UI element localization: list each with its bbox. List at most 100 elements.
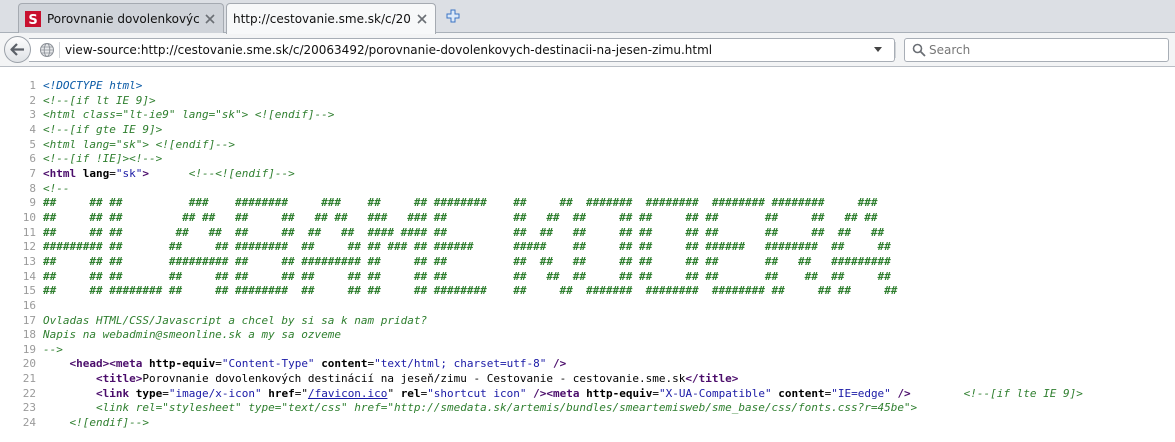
tab-strip: S Porovnanie dovolenkových d... http://c…	[0, 0, 1175, 34]
source-token: type	[135, 386, 163, 400]
source-line: 2 <!--[if lt IE 9]>	[0, 94, 1175, 109]
source-token: <html class="lt-ie9" lang="sk"> <![endif…	[43, 108, 335, 122]
sme-logo-icon: S	[25, 10, 41, 27]
line-number: 7	[29, 166, 36, 180]
url-text[interactable]: view-source:http://cestovanie.sme.sk/c/2…	[65, 43, 712, 57]
source-line: 24 <![endif]-->	[0, 416, 1175, 431]
source-token: -->	[43, 342, 63, 356]
source-line: 20 <head><meta http-equiv="Content-Type"…	[0, 357, 1175, 372]
plus-icon	[446, 9, 460, 23]
source-line: 16	[0, 299, 1175, 314]
source-token: content	[321, 357, 368, 371]
source-line: 22 <link type="image/x-icon" href="/favi…	[0, 387, 1175, 402]
search-icon	[912, 43, 926, 57]
source-token: =	[109, 166, 116, 180]
source-token: ######### ## ## ## ######## ## ## ## ###…	[43, 240, 891, 254]
tab-title: Porovnanie dovolenkových d...	[47, 11, 199, 26]
source-token: />	[552, 357, 567, 371]
source-token: <!DOCTYPE html>	[43, 79, 143, 92]
source-line: 4 <!--[if gte IE 9]>	[0, 123, 1175, 138]
source-line: 9 ## ## ## ### ######## ### ## ## #######…	[0, 196, 1175, 211]
source-token	[43, 401, 96, 414]
source-token: <![endif]-->	[69, 416, 149, 430]
line-number: 20	[22, 357, 36, 371]
source-token: "shortcut icon"	[427, 386, 527, 400]
source-line: 19 -->	[0, 343, 1175, 358]
source-line: 5 <html lang="sk"> <![endif]-->	[0, 138, 1175, 153]
line-number: 12	[22, 240, 36, 254]
tab-view-source[interactable]: http://cestovanie.sme.sk/c/20063...	[226, 3, 436, 34]
source-token: "	[301, 386, 308, 400]
source-token: Napis na webadmin@smeonline.sk a my sa o…	[43, 328, 342, 342]
back-button[interactable]	[4, 36, 31, 63]
source-token: ## ## ## ## ## ## ## ## ## #### #### ## …	[43, 225, 885, 239]
search-input[interactable]: Search	[904, 38, 1169, 62]
line-number: 11	[22, 225, 36, 239]
source-token: http-equiv	[586, 386, 653, 400]
line-number: 13	[22, 254, 36, 268]
back-arrow-icon	[10, 43, 24, 56]
source-token: ## ## ## ## ## ## ## ## ## ### ### ## ##…	[43, 210, 878, 224]
source-token: "text/html; charset=utf-8"	[374, 357, 547, 371]
source-token: <html	[43, 166, 83, 180]
search-placeholder[interactable]: Search	[929, 43, 970, 57]
source-token: <!--[if gte IE 9]>	[43, 122, 163, 136]
line-number: 24	[22, 416, 36, 430]
source-token	[149, 167, 189, 180]
source-token: /><meta	[533, 386, 587, 400]
source-token: ## ## ## ### ######## ### ## ## ########…	[43, 196, 878, 210]
source-token: <!--	[43, 181, 70, 195]
source-token	[43, 416, 70, 429]
source-link[interactable]: /favicon.ico	[308, 387, 387, 400]
url-separator	[59, 42, 60, 58]
source-token	[911, 387, 964, 400]
new-tab-button[interactable]	[444, 7, 462, 25]
source-token	[43, 357, 70, 370]
source-token: >	[142, 166, 149, 180]
source-token: <!--[if lte IE 9]>	[963, 386, 1083, 400]
line-number: 8	[29, 181, 36, 195]
close-icon[interactable]	[415, 12, 429, 26]
source-line: 6 <!--[if !IE]><!-->	[0, 152, 1175, 167]
source-token: <title>	[95, 372, 143, 386]
line-number: 22	[22, 386, 36, 400]
line-number: 14	[22, 269, 36, 283]
tab-porovnanie[interactable]: S Porovnanie dovolenkových d...	[18, 3, 224, 33]
globe-icon	[40, 43, 54, 57]
source-token: <link rel="stylesheet" type="text/css" h…	[95, 401, 918, 415]
source-token: <!--[if !IE]><!-->	[43, 152, 163, 166]
line-number: 21	[22, 372, 36, 386]
source-token: <!--[if lt IE 9]>	[43, 93, 156, 107]
source-token: http-equiv	[148, 357, 216, 371]
source-token: ## ## ## ## ## ## ## ## ## ## ## ## ## #…	[43, 269, 891, 283]
source-line: 23 <link rel="stylesheet" type="text/css…	[0, 401, 1175, 416]
source-line: 11 ## ## ## ## ## ## ## ## ## #### #### #…	[0, 226, 1175, 241]
history-dropdown-button[interactable]	[871, 42, 885, 58]
line-number: 16	[22, 298, 36, 312]
source-line: 14 ## ## ## ## ## ## ## ## ## ## ## ## ##…	[0, 270, 1175, 285]
line-number: 3	[29, 108, 36, 122]
source-line: 8 <!--	[0, 182, 1175, 197]
source-token: "X-UA-Compatible"	[659, 386, 772, 400]
tab-title: http://cestovanie.sme.sk/c/20063...	[233, 12, 411, 26]
source-token: Ovladas HTML/CSS/Javascript a chcel by s…	[43, 313, 428, 327]
close-icon[interactable]	[203, 12, 217, 26]
source-token: =	[652, 386, 659, 400]
source-line: 15 ## ## ######## ## ## ######## ## ## ##…	[0, 284, 1175, 299]
source-token: "Content-Type"	[221, 357, 315, 371]
source-token	[394, 387, 401, 400]
source-token: <link	[95, 386, 136, 400]
source-line: 1 <!DOCTYPE html>	[0, 79, 1175, 94]
source-token: lang	[82, 166, 110, 180]
source-token: "sk"	[115, 166, 143, 180]
source-token: =	[162, 386, 169, 400]
line-number: 4	[29, 122, 36, 136]
source-line: 7 <html lang="sk"> <!--<![endif]-->	[0, 167, 1175, 182]
source-token	[43, 387, 96, 400]
address-bar[interactable]: view-source:http://cestovanie.sme.sk/c/2…	[29, 38, 915, 62]
source-line: 17 Ovladas HTML/CSS/Javascript a chcel by…	[0, 314, 1175, 329]
chevron-down-icon	[874, 47, 882, 52]
source-line: 3 <html class="lt-ie9" lang="sk"> <![endi…	[0, 108, 1175, 123]
source-token: <head><meta	[69, 357, 149, 371]
source-token: </title>	[685, 372, 739, 386]
